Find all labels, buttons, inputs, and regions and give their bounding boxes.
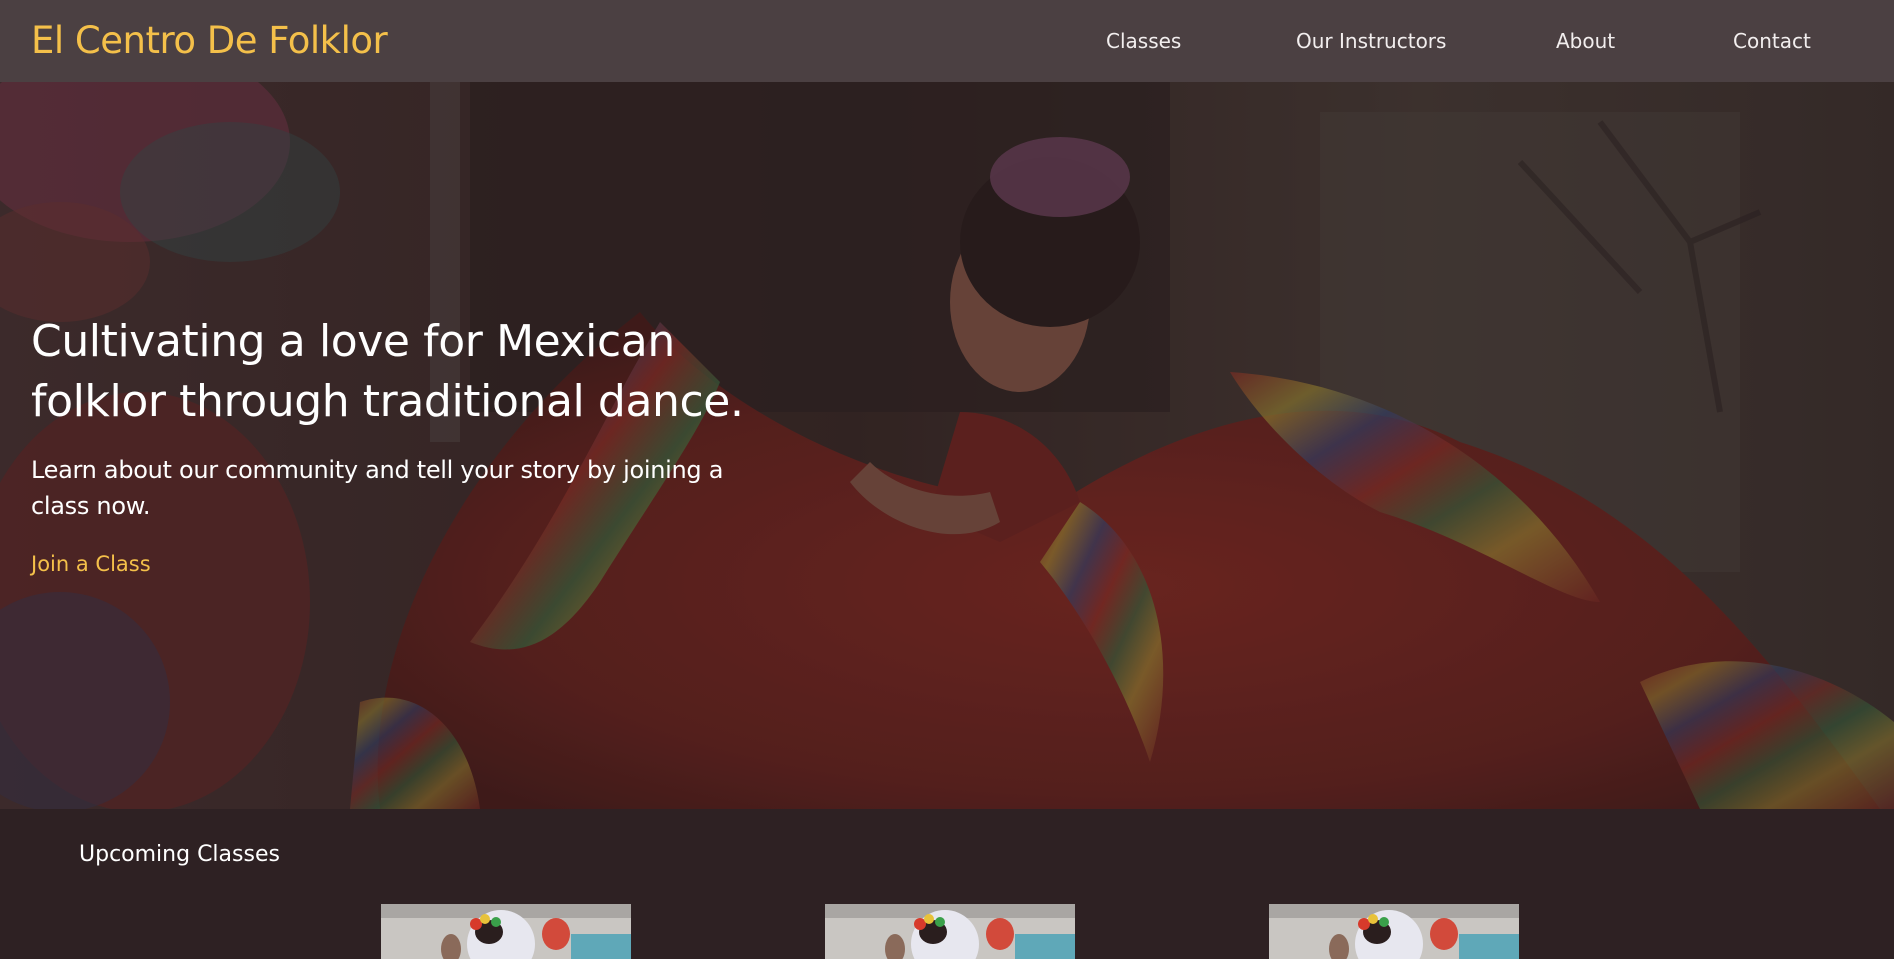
hero-title: Cultivating a love for Mexican folklor t…: [31, 316, 744, 427]
hero-subtitle: Learn about our community and tell your …: [31, 456, 724, 520]
class-card-image[interactable]: [381, 904, 631, 959]
nav-link-our-instructors[interactable]: Our Instructors: [1296, 28, 1446, 54]
class-thumbnail-image: [381, 904, 631, 959]
nav-link-about[interactable]: About: [1556, 28, 1615, 54]
nav-link-contact[interactable]: Contact: [1733, 28, 1811, 54]
hero-dark-overlay: [0, 82, 1894, 809]
nav-link-classes[interactable]: Classes: [1106, 28, 1181, 54]
upcoming-classes-title: Upcoming Classes: [79, 842, 280, 867]
class-thumbnail-image: [1269, 904, 1519, 959]
class-thumbnail-image: [825, 904, 1075, 959]
upcoming-classes-section: Upcoming Classes: [0, 809, 1894, 959]
hero-section: Cultivating a love for Mexican folklor t…: [0, 82, 1894, 809]
join-class-link[interactable]: Join a Class: [31, 550, 151, 578]
top-navbar: El Centro De Folklor Classes Our Instruc…: [0, 0, 1894, 82]
class-card-image[interactable]: [1269, 904, 1519, 959]
brand-logo-link[interactable]: El Centro De Folklor: [31, 19, 388, 63]
class-card-image[interactable]: [825, 904, 1075, 959]
